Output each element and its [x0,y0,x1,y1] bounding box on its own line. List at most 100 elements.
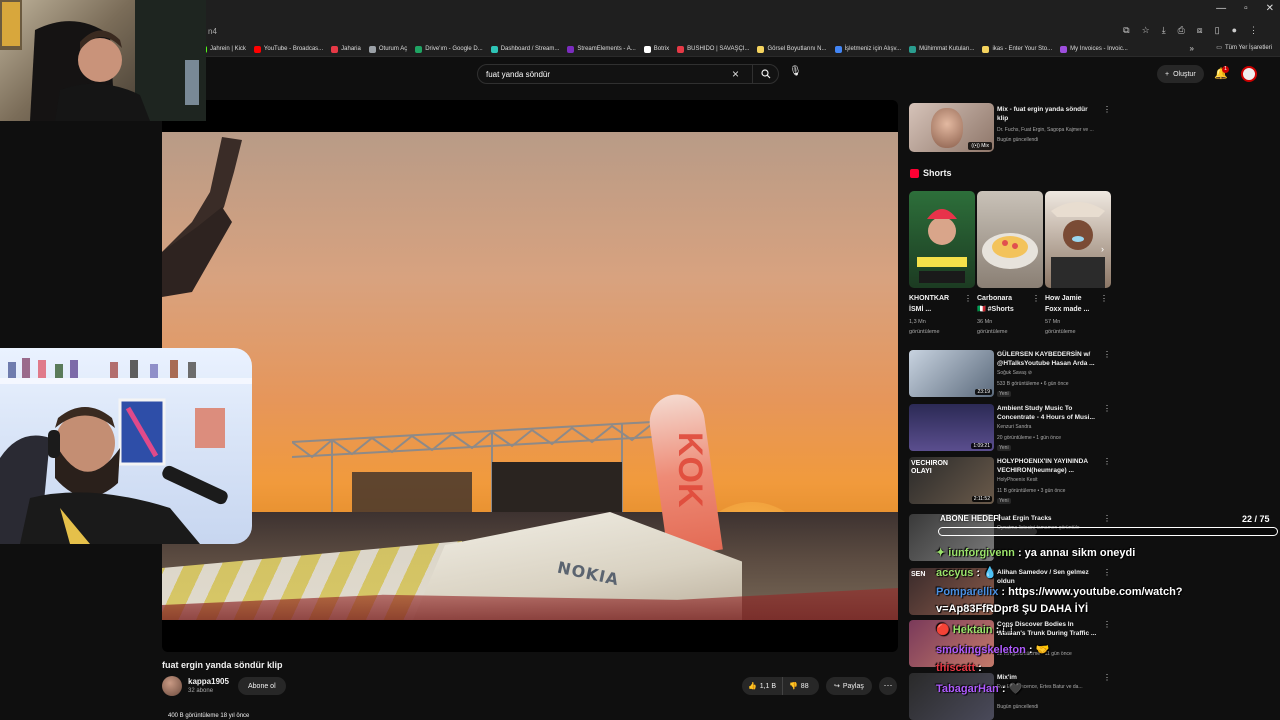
video-title[interactable]: Ambient Study Music To [997,404,1072,413]
bookmark-item[interactable]: Drive'ım - Google D... [415,45,483,53]
video-thumbnail[interactable] [909,673,994,720]
video-title-line2[interactable]: Concentrate - 4 Hours of Musi... [997,413,1095,422]
mix-menu-icon[interactable]: ⋮ [1103,105,1111,114]
short-thumbnail[interactable] [977,191,1043,288]
bookmark-star-icon[interactable]: ☆ [1142,25,1150,36]
video-menu-icon[interactable]: ⋮ [1103,350,1111,359]
video-menu-icon[interactable]: ⋮ [1103,673,1111,682]
bookmark-item[interactable]: Dashboard / Stream... [490,45,559,53]
video-title[interactable]: Fuat Ergin Tracks [997,514,1052,523]
extension-icon[interactable]: ⧈ [1197,25,1203,36]
short-title-line2[interactable]: Foxx made ... [1045,305,1089,315]
bookmark-item[interactable]: ikas - Enter Your Sto... [982,45,1052,53]
video-menu-icon[interactable]: ⋮ [1103,514,1111,523]
video-channel[interactable]: Soğuk Savaş ⊘ [997,370,1032,377]
video-menu-icon[interactable]: ⋮ [1103,404,1111,413]
share-button[interactable]: ↪ Paylaş [826,677,872,695]
chat-text: : https://www.youtube.com/watch? [998,586,1183,598]
mix-title[interactable]: Mix - fuat ergin yanda söndür klip [997,105,1099,123]
share-label: Paylaş [842,682,864,690]
bookmark-item[interactable]: Oturum Aç [368,45,407,53]
bookmark-item[interactable]: Botrix [643,45,669,53]
clear-search-icon[interactable]: × [732,67,739,81]
cast-icon[interactable]: ⧉ [1123,25,1129,36]
dislike-button[interactable]: 👎 88 [783,682,815,691]
like-count: 1,1 B [759,682,777,690]
bookmark-item[interactable]: Jaharia [331,45,361,53]
shorts-next-icon[interactable]: › [1101,244,1104,254]
video-thumbnail[interactable]: VECHIRON OLAYI 2:11:52 [909,457,994,504]
mic-icon[interactable]: 🎙 [789,66,802,77]
profile-icon[interactable]: ● [1232,25,1237,36]
new-badge: Yeni [997,498,1011,504]
channel-avatar[interactable] [162,676,182,696]
short-menu-icon[interactable]: ⋮ [964,294,972,303]
streamer-webcam-bottom [0,348,252,544]
short-menu-icon[interactable]: ⋮ [1100,294,1108,303]
video-menu-icon[interactable]: ⋮ [1103,457,1111,466]
print-icon[interactable]: ⎙ [1178,25,1185,36]
minimize-icon[interactable]: — [1216,3,1226,14]
bookmark-item[interactable]: Mühimmat Kutuları... [909,45,974,53]
video-thumbnail[interactable]: 23:19 [909,350,994,397]
bookmark-item[interactable]: YouTube - Broadcas... [253,45,323,53]
short-title-line2[interactable]: İSMİ ... [909,305,931,315]
maximize-icon[interactable]: ▫ [1244,3,1248,14]
short-views: 1,3 Mn [909,319,926,325]
bookmark-item[interactable]: StreamElements - A... [567,45,636,53]
bookmark-item[interactable]: Görsel Boyutlarını N... [757,45,827,53]
short-thumbnail[interactable] [1045,191,1111,288]
address-bar[interactable]: n4 [200,22,1280,42]
video-title-line2[interactable]: @HTalksYoutube Hasan Arda ... [997,359,1095,368]
menu-icon[interactable]: ⋮ [1249,25,1258,36]
search-button[interactable] [752,65,779,83]
subscriber-goal-label: ABONE HEDEFİ [940,514,1001,523]
bookmark-label: BUSHIDO | SAVAŞÇI... [687,46,750,52]
video-title[interactable]: GÜLERSEN KAYBEDERSİN w/ [997,350,1090,359]
chat-username: smokingskeleton [936,644,1026,656]
video-channel[interactable]: HolyPhoenix Kesit [997,477,1038,484]
video-title-line2[interactable]: VECHIRON(heumrage) ... [997,466,1074,475]
video-player[interactable]: KOK NOKIA [162,100,898,652]
video-title[interactable]: Mix'im [997,673,1017,682]
all-bookmarks-button[interactable]: ▭ Tüm Yer İşaretleri [1216,44,1272,52]
video-duration: 1:09:21 [971,443,992,449]
chat-badge-icon: ✦ [936,547,949,559]
short-thumbnail[interactable] [909,191,975,288]
video-title-line2[interactable]: oldun [997,577,1015,586]
mix-thumbnail[interactable]: ((•)) Mix [909,103,994,152]
short-title[interactable]: Carbonara [977,294,1012,304]
download-icon[interactable]: ⤓ [1162,25,1166,36]
close-icon[interactable]: ✕ [1266,3,1274,14]
search-input[interactable]: fuat yanda söndür [486,70,550,79]
subscribe-button[interactable]: Abone ol [238,677,286,695]
bookmarks-overflow-button[interactable]: » [1190,44,1194,53]
mix-artists: Dr. Fuchs, Fuat Ergin, Sagopa Kajmer ve … [997,127,1094,133]
search-box[interactable]: fuat yanda söndür × [477,64,779,84]
short-title[interactable]: How Jamie [1045,294,1082,304]
bookmark-item[interactable]: My Invoices - Invoic... [1060,45,1128,53]
create-button[interactable]: + Oluştur [1157,65,1204,83]
like-button[interactable]: 👍 1,1 B [742,677,784,695]
bookmark-favicon-icon [490,45,498,53]
channel-name[interactable]: kappa1905 [188,677,229,686]
short-menu-icon[interactable]: ⋮ [1032,294,1040,303]
chat-text: v=Ap83FfRDpr8 ŞU DAHA İYİ [936,603,1089,615]
account-avatar[interactable] [1241,66,1257,82]
video-menu-icon[interactable]: ⋮ [1103,620,1111,629]
more-actions-button[interactable]: ⋯ [879,677,897,695]
chat-message: accyus : 💧 [936,566,997,579]
chat-badge-icon: 🔴 [936,624,953,636]
bookmark-item[interactable]: Jahrein | Kick [200,45,246,53]
bookmark-item[interactable]: İşletmeniz için Alışv... [834,45,901,53]
bookmark-item[interactable]: BUSHIDO | SAVAŞÇI... [677,45,750,53]
video-thumbnail[interactable]: 1:09:21 [909,404,994,451]
video-title[interactable]: HOLYPHOENIX'IN YAYININDA [997,457,1088,466]
sidebar-icon[interactable]: ▯ [1215,25,1220,36]
like-dislike-group: 👍 1,1 B 👎 88 [742,677,819,695]
short-title[interactable]: KHONTKAR [909,294,949,304]
video-channel[interactable]: Kenzuri Sandra [997,424,1031,431]
video-title[interactable]: Alihan Samedov / Sen gelmez [997,568,1089,577]
short-title-line2[interactable]: 🇮🇹 #Shorts [977,305,1014,315]
video-menu-icon[interactable]: ⋮ [1103,568,1111,577]
